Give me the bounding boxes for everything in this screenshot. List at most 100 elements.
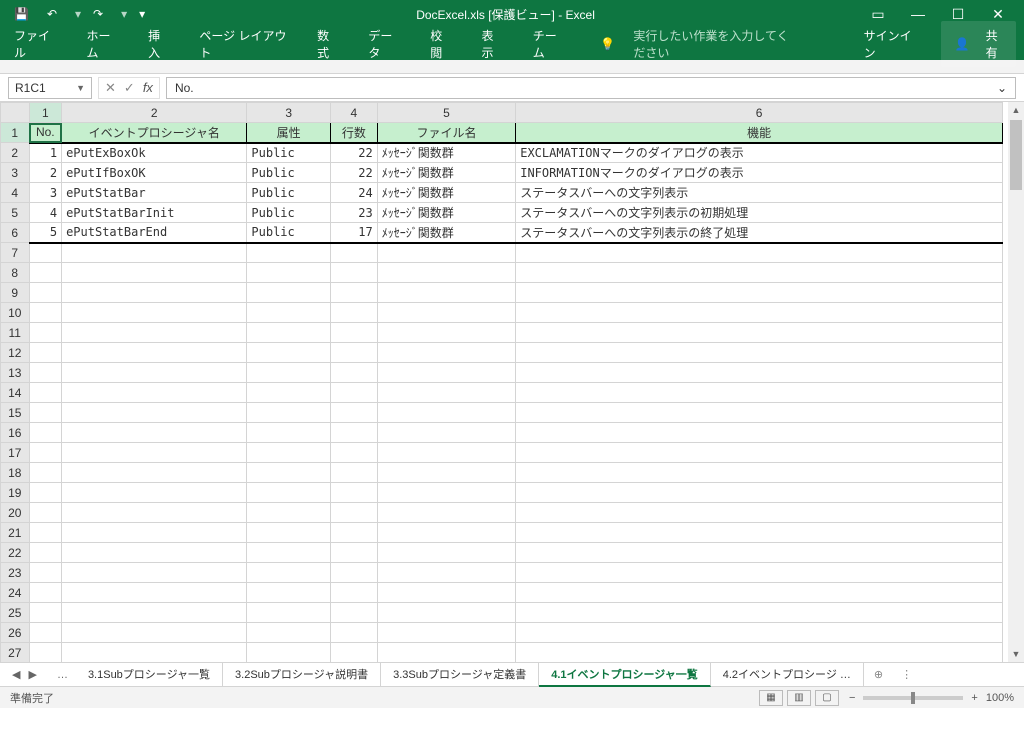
signin-link[interactable]: サインイン xyxy=(858,23,923,65)
row-header[interactable]: 6 xyxy=(1,223,30,243)
cell[interactable]: 1 xyxy=(29,143,62,163)
cell[interactable] xyxy=(29,343,62,363)
tab-team[interactable]: チーム xyxy=(527,23,571,65)
cell[interactable] xyxy=(62,583,247,603)
customize-qa-icon[interactable]: ▾ xyxy=(131,5,153,23)
cell[interactable] xyxy=(247,483,331,503)
sheet-tab[interactable]: 3.2Subプロシージャ説明書 xyxy=(223,663,381,687)
cell[interactable] xyxy=(377,603,515,623)
cell[interactable] xyxy=(247,563,331,583)
cell[interactable] xyxy=(29,263,62,283)
chevron-down-icon[interactable]: ▼ xyxy=(76,83,85,93)
sheet-tab[interactable]: 4.1イベントプロシージャ一覧 xyxy=(539,663,711,687)
cell[interactable]: Public xyxy=(247,223,331,243)
cell[interactable] xyxy=(247,263,331,283)
column-header[interactable]: 5 xyxy=(377,103,515,123)
cell[interactable] xyxy=(330,523,377,543)
row-header[interactable]: 8 xyxy=(1,263,30,283)
cell[interactable]: Public xyxy=(247,163,331,183)
cell[interactable] xyxy=(29,363,62,383)
row-header[interactable]: 7 xyxy=(1,243,30,263)
row-header[interactable]: 9 xyxy=(1,283,30,303)
new-sheet-icon[interactable]: ⊕ xyxy=(864,668,893,681)
row-header[interactable]: 17 xyxy=(1,443,30,463)
cell[interactable]: 22 xyxy=(330,163,377,183)
cell[interactable] xyxy=(29,563,62,583)
row-header[interactable]: 20 xyxy=(1,503,30,523)
cell[interactable]: 4 xyxy=(29,203,62,223)
cell[interactable] xyxy=(247,523,331,543)
cell[interactable] xyxy=(516,583,1003,603)
cell[interactable] xyxy=(330,423,377,443)
tab-home[interactable]: ホーム xyxy=(81,23,125,65)
cell[interactable] xyxy=(62,383,247,403)
cell[interactable] xyxy=(516,463,1003,483)
cell[interactable] xyxy=(29,423,62,443)
cell[interactable]: ePutStatBarEnd xyxy=(62,223,247,243)
cell[interactable] xyxy=(377,263,515,283)
cell[interactable] xyxy=(330,323,377,343)
cell[interactable] xyxy=(247,583,331,603)
header-cell[interactable]: No. xyxy=(29,123,62,143)
cell[interactable] xyxy=(516,243,1003,263)
cell[interactable] xyxy=(516,323,1003,343)
cell[interactable]: Public xyxy=(247,203,331,223)
header-cell[interactable]: 行数 xyxy=(330,123,377,143)
cell[interactable] xyxy=(247,603,331,623)
cell[interactable] xyxy=(330,443,377,463)
cell[interactable]: Public xyxy=(247,143,331,163)
row-header[interactable]: 3 xyxy=(1,163,30,183)
cell[interactable] xyxy=(330,303,377,323)
cell[interactable] xyxy=(247,363,331,383)
cell[interactable]: ePutIfBoxOK xyxy=(62,163,247,183)
name-box[interactable]: R1C1 ▼ xyxy=(8,77,92,99)
tab-formulas[interactable]: 数式 xyxy=(311,23,344,65)
cell[interactable] xyxy=(247,643,331,663)
zoom-level[interactable]: 100% xyxy=(986,692,1014,704)
cell[interactable]: ePutExBoxOk xyxy=(62,143,247,163)
cell[interactable] xyxy=(377,343,515,363)
cell[interactable] xyxy=(62,503,247,523)
cell[interactable] xyxy=(377,303,515,323)
cell[interactable] xyxy=(62,463,247,483)
cell[interactable] xyxy=(29,483,62,503)
row-header[interactable]: 21 xyxy=(1,523,30,543)
cell[interactable] xyxy=(247,383,331,403)
row-header[interactable]: 16 xyxy=(1,423,30,443)
cell[interactable] xyxy=(247,443,331,463)
cell[interactable] xyxy=(247,463,331,483)
row-header[interactable]: 5 xyxy=(1,203,30,223)
cancel-icon[interactable]: ✕ xyxy=(105,80,116,96)
cell[interactable] xyxy=(29,623,62,643)
zoom-in-icon[interactable]: + xyxy=(971,692,977,704)
fx-icon[interactable]: fx xyxy=(143,80,153,95)
cell[interactable]: 17 xyxy=(330,223,377,243)
row-header[interactable]: 26 xyxy=(1,623,30,643)
vertical-scrollbar[interactable]: ▲ ▼ xyxy=(1008,102,1024,662)
cell[interactable] xyxy=(330,603,377,623)
sheet-tab[interactable]: 3.3Subプロシージャ定義書 xyxy=(381,663,539,687)
view-page-layout-icon[interactable]: ▥ xyxy=(787,690,811,706)
cell[interactable] xyxy=(330,283,377,303)
cell[interactable] xyxy=(377,503,515,523)
cell[interactable] xyxy=(62,323,247,343)
cell[interactable] xyxy=(330,403,377,423)
cell[interactable]: ePutStatBar xyxy=(62,183,247,203)
row-header[interactable]: 13 xyxy=(1,363,30,383)
cell[interactable] xyxy=(29,403,62,423)
cell[interactable]: INFORMATIONマークのダイアログの表示 xyxy=(516,163,1003,183)
tab-overflow-icon[interactable]: … xyxy=(49,669,76,681)
column-header[interactable]: 1 xyxy=(29,103,62,123)
cell[interactable] xyxy=(516,263,1003,283)
cell[interactable] xyxy=(330,243,377,263)
row-header[interactable]: 25 xyxy=(1,603,30,623)
cell[interactable] xyxy=(247,503,331,523)
cell[interactable] xyxy=(516,363,1003,383)
header-cell[interactable]: 機能 xyxy=(516,123,1003,143)
tab-page-layout[interactable]: ページ レイアウト xyxy=(193,23,293,65)
cell[interactable] xyxy=(29,603,62,623)
cell[interactable] xyxy=(62,523,247,543)
cell[interactable] xyxy=(62,243,247,263)
cell[interactable] xyxy=(377,323,515,343)
cell[interactable] xyxy=(247,283,331,303)
